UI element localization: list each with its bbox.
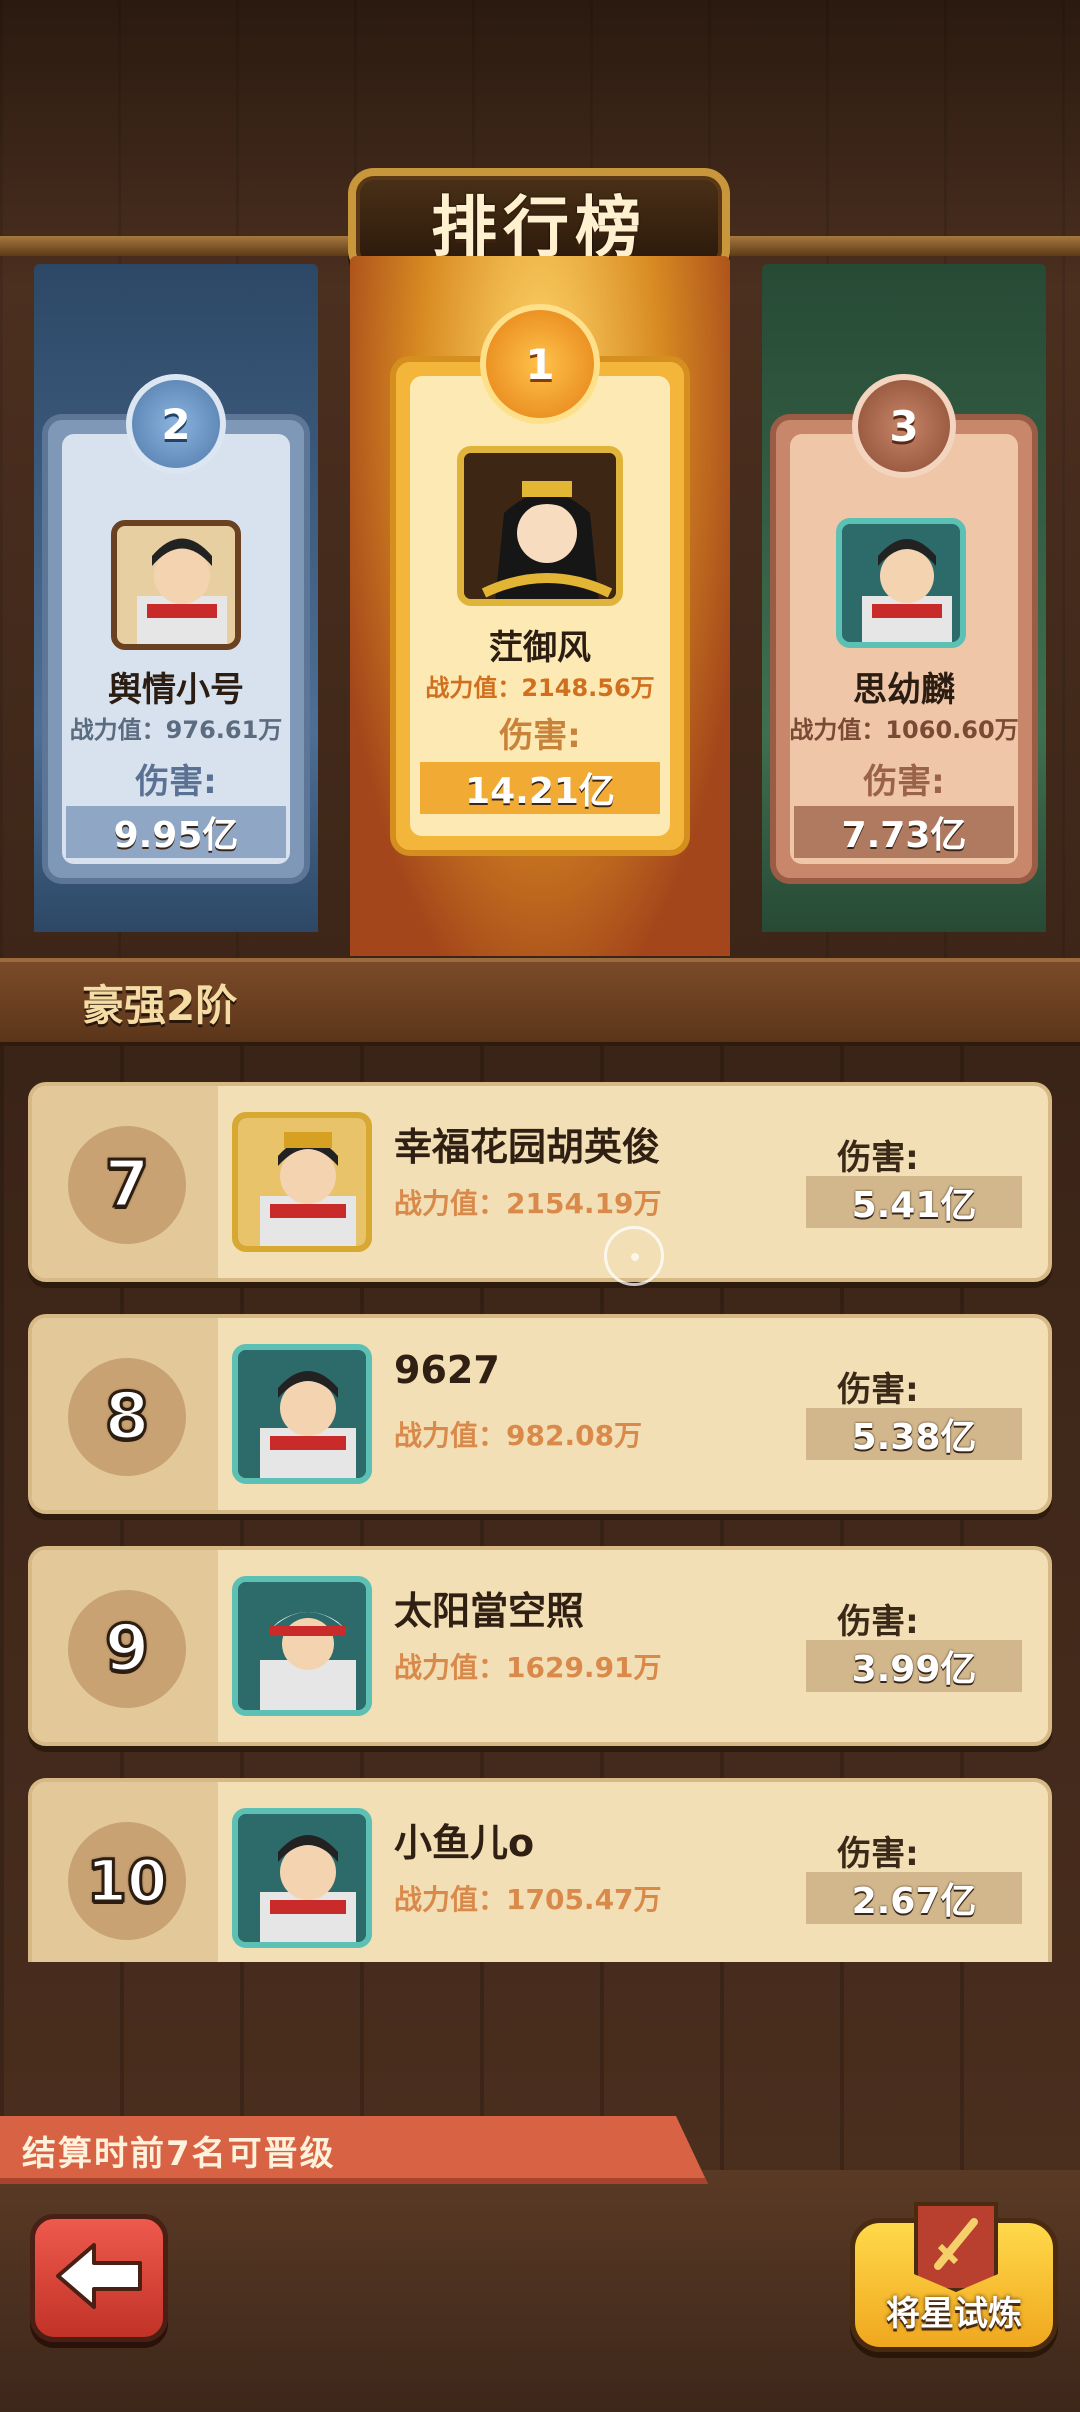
player-name: 小鱼儿o bbox=[394, 1821, 535, 1865]
rank-number: 9 bbox=[68, 1590, 186, 1708]
damage-value: 5.41亿 bbox=[806, 1176, 1022, 1228]
rank-number: 10 bbox=[68, 1822, 186, 1940]
rank-3-number: 3 bbox=[889, 401, 919, 451]
player-power: 战力值：1705.47万 bbox=[394, 1883, 662, 1916]
damage-value: 5.38亿 bbox=[806, 1408, 1022, 1460]
avatar bbox=[232, 1112, 372, 1252]
back-button[interactable] bbox=[30, 2214, 168, 2342]
back-arrow-icon bbox=[54, 2241, 144, 2315]
avatar bbox=[457, 446, 623, 606]
rank-2-number: 2 bbox=[161, 399, 191, 449]
podium-damage-label: 伤害: bbox=[863, 762, 945, 802]
player-power: 战力值：2154.19万 bbox=[394, 1187, 662, 1220]
section-title: 豪强2阶 bbox=[82, 980, 238, 1030]
podium-name: 茳御风 bbox=[489, 628, 591, 668]
podium-damage-label: 伤害: bbox=[135, 762, 217, 802]
podium-card-rank-1[interactable]: 1 茳御风 战力值：2148.56万 伤害: 14.21亿 bbox=[350, 256, 730, 956]
podium-power: 战力值：1060.60万 bbox=[789, 716, 1019, 744]
player-name: 9627 bbox=[394, 1348, 500, 1392]
list-item[interactable]: 8 9627 战力值：982.08万 伤害: 5.38亿 bbox=[28, 1314, 1052, 1514]
list-item[interactable]: 10 小鱼儿o 战力值：1705.47万 伤害: 2.67亿 bbox=[28, 1778, 1052, 1962]
rank-number: 8 bbox=[68, 1358, 186, 1476]
rank-2-medal: 2 bbox=[126, 374, 226, 474]
list-item[interactable]: 7 幸福花园胡英俊 战力值：2154.19万 伤害: 5.41亿 bbox=[28, 1082, 1052, 1282]
podium-card-rank-3[interactable]: 3 思幼麟 战力值：1060.60万 伤害: 7.73亿 bbox=[752, 264, 1056, 932]
rank-1-number: 1 bbox=[525, 339, 555, 389]
podium-damage-value: 9.95亿 bbox=[66, 806, 286, 858]
avatar bbox=[232, 1576, 372, 1716]
rank-number: 7 bbox=[68, 1126, 186, 1244]
damage-value: 3.99亿 bbox=[806, 1640, 1022, 1692]
rank-1-medal: 1 bbox=[480, 304, 600, 424]
podium-name: 舆情小号 bbox=[108, 670, 244, 710]
podium-power: 战力值：976.61万 bbox=[69, 716, 283, 744]
damage-label: 伤害: bbox=[837, 1602, 919, 1642]
podium-power: 战力值：2148.56万 bbox=[425, 674, 655, 702]
footer-note: 结算时前7名可晋级 bbox=[22, 2133, 336, 2174]
avatar bbox=[836, 518, 966, 648]
podium-damage-label: 伤害: bbox=[499, 716, 581, 756]
tap-indicator bbox=[604, 1226, 664, 1286]
avatar bbox=[111, 520, 241, 650]
player-power: 战力值：982.08万 bbox=[394, 1419, 643, 1452]
player-name: 幸福花园胡英俊 bbox=[394, 1125, 661, 1169]
rank-3-medal: 3 bbox=[852, 374, 956, 478]
list-item[interactable]: 9 太阳當空照 战力值：1629.91万 伤害: 3.99亿 bbox=[28, 1546, 1052, 1746]
avatar bbox=[232, 1808, 372, 1948]
general-trial-label[interactable]: 将星试炼 bbox=[850, 2286, 1058, 2335]
podium-damage-value: 7.73亿 bbox=[794, 806, 1014, 858]
damage-label: 伤害: bbox=[837, 1138, 919, 1178]
sword-banner-icon bbox=[914, 2202, 998, 2292]
podium-name: 思幼麟 bbox=[853, 670, 955, 710]
player-name: 太阳當空照 bbox=[394, 1589, 585, 1633]
player-power: 战力值：1629.91万 bbox=[394, 1651, 662, 1684]
damage-label: 伤害: bbox=[837, 1834, 919, 1874]
avatar bbox=[232, 1344, 372, 1484]
podium-card-rank-2[interactable]: 2 舆情小号 战力值：976.61万 伤害: 9.95亿 bbox=[24, 264, 328, 932]
damage-label: 伤害: bbox=[837, 1370, 919, 1410]
podium-damage-value: 14.21亿 bbox=[420, 762, 660, 814]
damage-value: 2.67亿 bbox=[806, 1872, 1022, 1924]
